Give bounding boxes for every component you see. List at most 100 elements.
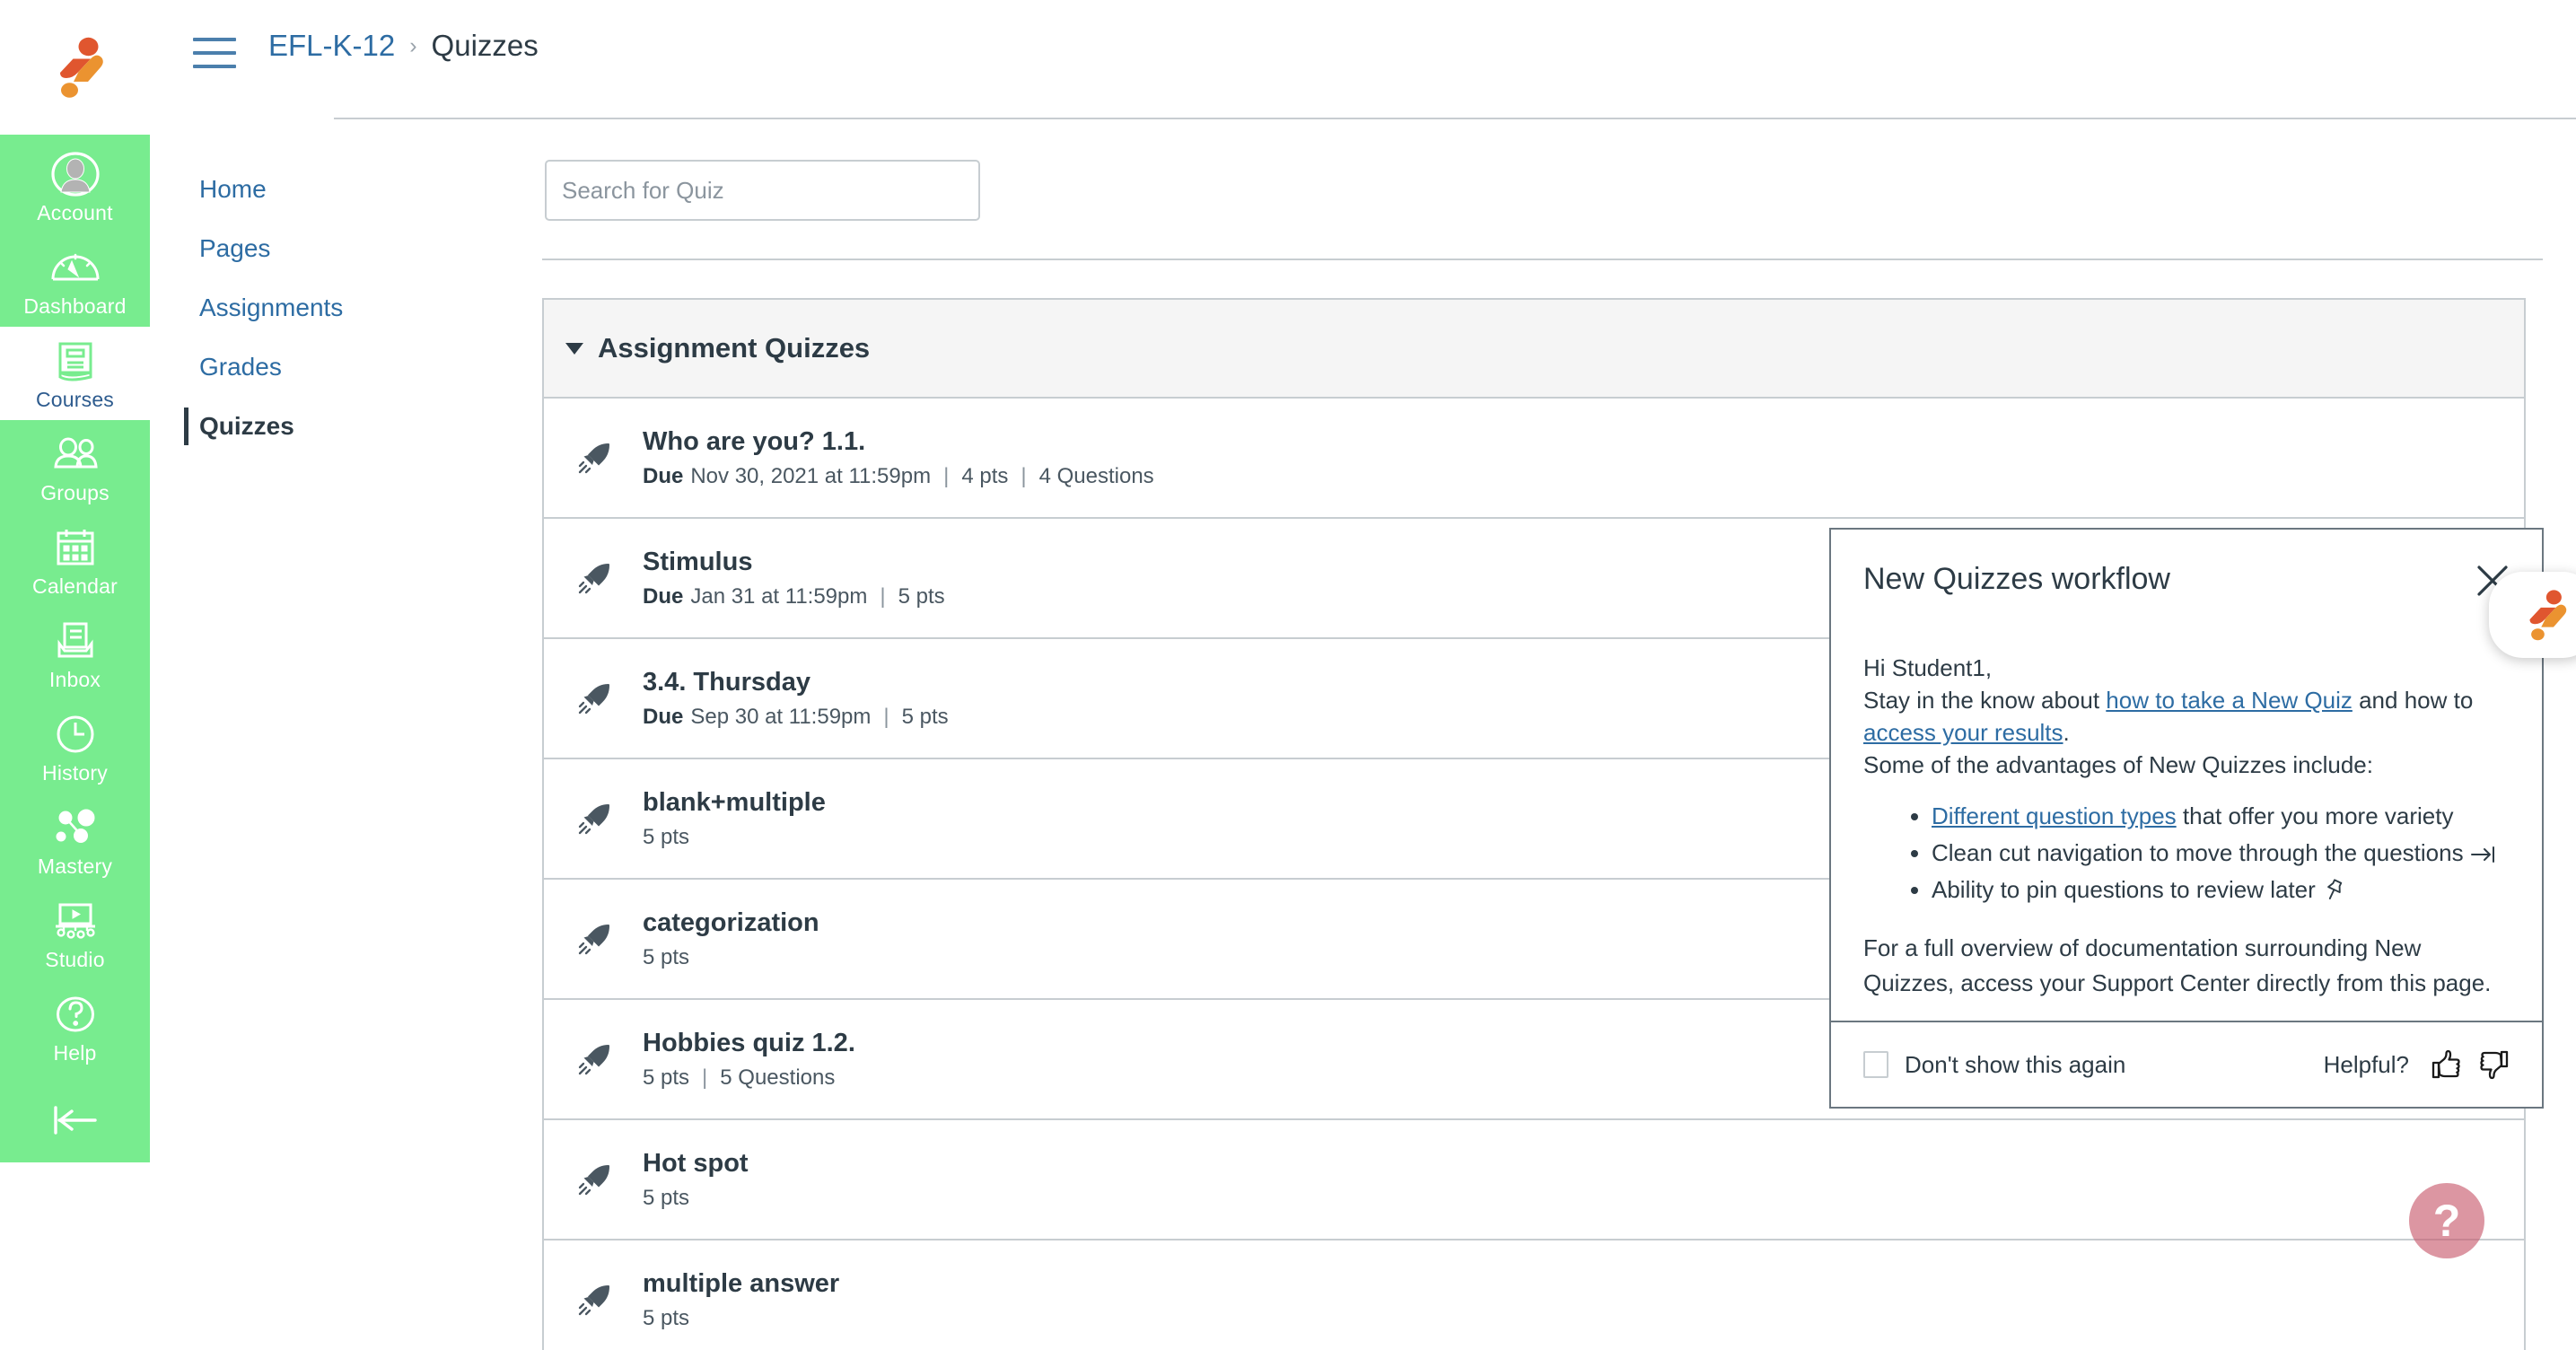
course-nav-item-home[interactable]: Home — [184, 160, 480, 219]
groups-people-icon — [50, 433, 101, 476]
quiz-info: Stimulus Due Jan 31 at 11:59pm | 5 pts — [643, 547, 945, 609]
course-nav-item-grades[interactable]: Grades — [184, 338, 480, 397]
global-nav-item-studio[interactable]: Studio — [0, 887, 150, 980]
global-nav-item-calendar[interactable]: Calendar — [0, 513, 150, 607]
meta-separator: | — [880, 584, 886, 609]
caret-down-icon[interactable] — [565, 342, 583, 355]
hamburger-line — [193, 38, 236, 41]
popup-title: New Quizzes workflow — [1863, 562, 2170, 596]
breadcrumb: EFL-K-12 › Quizzes — [268, 27, 539, 65]
quiz-title-link[interactable]: blank+multiple — [643, 787, 826, 818]
global-nav-item-account[interactable]: Account — [0, 140, 150, 233]
collapse-nav-button[interactable] — [0, 1074, 150, 1162]
access-your-results-link[interactable]: access your results — [1863, 719, 2063, 746]
mastery-nodes-icon — [53, 806, 98, 849]
list-item: Clean cut navigation to move through the… — [1932, 836, 2510, 871]
list-item: Different question types that offer you … — [1932, 799, 2510, 834]
popup-advantages-list: Different question types that offer you … — [1863, 799, 2510, 907]
global-nav-item-courses[interactable]: Courses — [0, 327, 150, 420]
rocket-icon — [576, 1039, 643, 1079]
quiz-group-header[interactable]: Assignment Quizzes — [544, 300, 2524, 399]
dashboard-gauge-icon — [50, 246, 101, 289]
helpful-feedback: Helpful? — [2324, 1049, 2510, 1080]
global-nav-item-mastery[interactable]: Mastery — [0, 793, 150, 887]
quiz-row[interactable]: Hot spot 5 pts — [544, 1120, 2524, 1240]
hamburger-line — [193, 65, 236, 68]
quiz-group-title: Assignment Quizzes — [598, 332, 871, 364]
quiz-due-date: Sep 30 at 11:59pm — [690, 705, 872, 729]
meta-separator: | — [943, 464, 950, 488]
rocket-icon — [576, 679, 643, 718]
global-nav-item-inbox[interactable]: Inbox — [0, 607, 150, 700]
quiz-title-link[interactable]: categorization — [643, 907, 819, 938]
quiz-due-date: Nov 30, 2021 at 11:59pm — [690, 464, 932, 488]
global-nav-item-dashboard[interactable]: Dashboard — [0, 233, 150, 327]
hamburger-line — [193, 51, 236, 55]
inbox-tray-icon — [55, 619, 96, 662]
tab-arrow-icon — [2470, 839, 2497, 866]
global-nav-label: Calendar — [32, 574, 118, 598]
different-question-types-link[interactable]: Different question types — [1932, 802, 2177, 829]
global-nav-label: Studio — [45, 948, 105, 971]
quiz-title-link[interactable]: Hobbies quiz 1.2. — [643, 1028, 855, 1058]
quiz-title-link[interactable]: multiple answer — [643, 1268, 839, 1299]
canvas-logo[interactable] — [0, 0, 150, 135]
global-nav-item-groups[interactable]: Groups — [0, 420, 150, 513]
quiz-info: multiple answer 5 pts — [643, 1268, 839, 1331]
help-question-icon: ? — [2432, 1196, 2461, 1246]
helpful-label: Helpful? — [2323, 1050, 2409, 1078]
dont-show-again-checkbox[interactable] — [1863, 1051, 1888, 1078]
new-quizzes-workflow-popup: New Quizzes workflow Hi Student1, Stay i… — [1829, 528, 2544, 1109]
quiz-title-link[interactable]: Hot spot — [643, 1148, 749, 1179]
quiz-meta: Due Sep 30 at 11:59pm | 5 pts — [643, 705, 949, 730]
quiz-title-link[interactable]: Who are you? 1.1. — [643, 426, 1154, 457]
course-navigation: Home Pages Assignments Grades Quizzes — [184, 160, 480, 456]
quiz-row[interactable]: Who are you? 1.1. Due Nov 30, 2021 at 11:5… — [544, 399, 2524, 519]
quiz-info: Hot spot 5 pts — [643, 1148, 749, 1211]
rocket-icon — [576, 1160, 643, 1199]
course-nav-item-pages[interactable]: Pages — [184, 219, 480, 278]
breadcrumb-course-link[interactable]: EFL-K-12 — [268, 27, 395, 65]
global-nav-item-help[interactable]: Help — [0, 980, 150, 1074]
quiz-title-link[interactable]: 3.4. Thursday — [643, 667, 949, 697]
quiz-points: 5 pts — [643, 1186, 690, 1210]
quiz-row[interactable]: multiple answer 5 pts — [544, 1240, 2524, 1350]
quiz-info: Hobbies quiz 1.2. 5 pts | 5 Questions — [643, 1028, 855, 1091]
thumbs-up-icon[interactable] — [2431, 1049, 2461, 1080]
rocket-icon — [576, 919, 643, 959]
quiz-meta: Due Nov 30, 2021 at 11:59pm | 4 pts | 4 Quest… — [643, 464, 1154, 489]
rocket-icon — [576, 558, 643, 598]
quiz-title-link[interactable]: Stimulus — [643, 547, 945, 577]
course-nav-item-assignments[interactable]: Assignments — [184, 278, 480, 338]
help-question-circle-icon — [55, 993, 96, 1036]
course-nav-item-quizzes[interactable]: Quizzes — [184, 397, 480, 456]
quiz-meta: Due Jan 31 at 11:59pm | 5 pts — [643, 584, 945, 609]
quiz-info: blank+multiple 5 pts — [643, 787, 826, 850]
popup-intro-prefix: Stay in the know about — [1863, 687, 2107, 714]
breadcrumb-separator-icon: › — [409, 33, 417, 58]
global-nav-item-history[interactable]: History — [0, 700, 150, 793]
popup-intro-suffix: . — [2063, 719, 2070, 746]
hamburger-menu-icon[interactable] — [193, 38, 236, 70]
quiz-meta: 5 pts — [643, 1306, 839, 1331]
meta-separator: | — [1021, 464, 1027, 488]
thumbs-down-icon[interactable] — [2479, 1049, 2510, 1080]
rocket-icon — [576, 438, 643, 478]
list-item: Ability to pin questions to review later — [1932, 872, 2510, 907]
global-navigation: Account Dashboard Courses Groups Calenda… — [0, 0, 150, 1350]
quiz-due-label: Due — [643, 584, 684, 609]
global-nav-list: Account Dashboard Courses Groups Calenda… — [0, 135, 150, 1162]
rocket-icon — [576, 1280, 643, 1319]
how-to-take-new-quiz-link[interactable]: how to take a New Quiz — [2106, 687, 2353, 714]
help-fab-button[interactable]: ? — [2409, 1183, 2484, 1258]
popup-advantages-lead: Some of the advantages of New Quizzes in… — [1863, 751, 2373, 778]
quiz-info: Who are you? 1.1. Due Nov 30, 2021 at 11:5… — [643, 426, 1154, 489]
search-input[interactable] — [545, 160, 980, 221]
account-avatar-icon — [50, 152, 100, 197]
global-nav-label: Groups — [40, 481, 110, 504]
calendar-icon — [55, 526, 96, 569]
quiz-points: 5 pts — [898, 584, 945, 609]
quiz-meta: 5 pts — [643, 945, 819, 970]
dont-show-again-control[interactable]: Don't show this again — [1863, 1051, 2125, 1079]
global-nav-label: Account — [37, 201, 113, 224]
